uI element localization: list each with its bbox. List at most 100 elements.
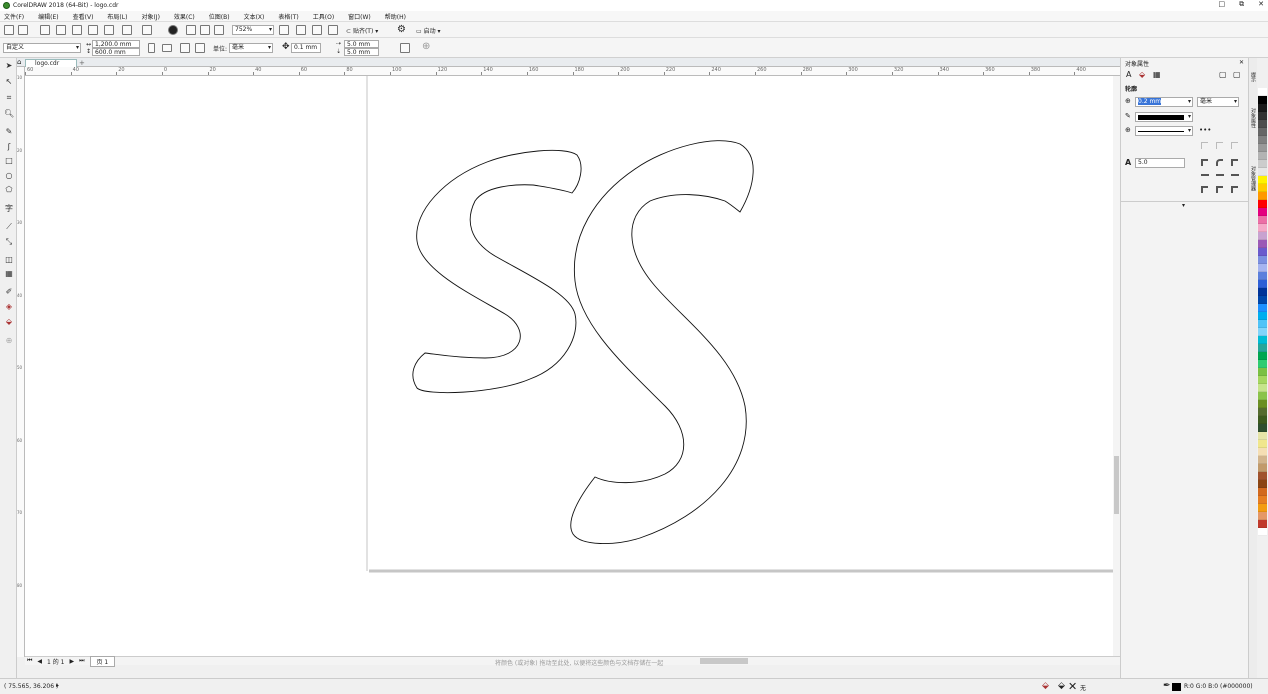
palette-swatch[interactable] (1258, 296, 1267, 304)
palette-swatch[interactable] (1258, 440, 1267, 448)
palette-swatch[interactable] (1258, 432, 1267, 440)
menu-tools[interactable]: 工具(O) (313, 12, 334, 21)
palette-swatch[interactable] (1258, 232, 1267, 240)
undo-icon[interactable] (122, 25, 132, 35)
paste-icon[interactable] (104, 25, 114, 35)
line-style-select[interactable] (1135, 126, 1193, 136)
redo-icon[interactable] (142, 25, 152, 35)
vertical-scrollbar[interactable] (1113, 76, 1120, 656)
corner-style-light-3[interactable] (1231, 142, 1238, 149)
cap-butt-icon[interactable] (1201, 174, 1209, 176)
launch-dropdown[interactable]: ▭ 启动 ▾ (416, 26, 441, 35)
polygon-tool-icon[interactable]: ⬠ (4, 185, 14, 195)
palette-swatch[interactable] (1258, 176, 1267, 184)
publish-pdf-icon[interactable] (214, 25, 224, 35)
palette-swatch[interactable] (1258, 512, 1267, 520)
page-tab[interactable]: 页 1 (89, 655, 116, 667)
menu-edit[interactable]: 编辑(E) (38, 12, 58, 21)
all-pages-icon[interactable] (180, 43, 190, 53)
maximize-window-button[interactable]: ⧉ (1239, 0, 1244, 9)
frame-properties-icon[interactable]: ▢ (1219, 70, 1227, 79)
transparency-properties-icon[interactable]: ▦ (1153, 70, 1161, 79)
palette-swatch[interactable] (1258, 160, 1267, 168)
open-folder-icon[interactable] (18, 25, 28, 35)
palette-swatch[interactable] (1258, 456, 1267, 464)
add-tool-icon[interactable]: ⊕ (4, 336, 14, 346)
palette-swatch[interactable] (1258, 336, 1267, 344)
outline-width-field[interactable]: 0.2 mm (1135, 97, 1193, 107)
cut-icon[interactable] (72, 25, 82, 35)
transparency-tool-icon[interactable]: ▦ (4, 269, 14, 279)
position-centered-icon[interactable] (1216, 186, 1223, 193)
palette-swatch[interactable] (1258, 352, 1267, 360)
menu-table[interactable]: 表格(T) (278, 12, 298, 21)
treat-as-filled-icon[interactable] (400, 43, 410, 53)
outline-pen-icon[interactable]: ✒ (1163, 681, 1171, 691)
quick-customize-icon[interactable]: ⊕ (422, 41, 430, 52)
portrait-icon[interactable] (148, 43, 155, 53)
menu-layout[interactable]: 布局(L) (107, 12, 127, 21)
units-select[interactable]: 毫米 (229, 43, 273, 53)
palette-swatch[interactable] (1258, 256, 1267, 264)
last-page-button[interactable]: ⏭ (79, 657, 84, 665)
export-icon[interactable] (200, 25, 210, 35)
smart-fill-icon[interactable]: ⬙ (4, 317, 14, 327)
page-height-field[interactable]: 600.0 mm (92, 48, 140, 56)
palette-swatch[interactable] (1258, 368, 1267, 376)
menu-window[interactable]: 窗口(W) (348, 12, 371, 21)
palette-swatch[interactable] (1258, 480, 1267, 488)
page-width-field[interactable]: 1,200.0 mm (92, 40, 140, 48)
show-grid-icon[interactable] (312, 25, 322, 35)
outline-units-select[interactable]: 毫米 (1197, 97, 1239, 107)
palette-swatch[interactable] (1258, 216, 1267, 224)
palette-swatch[interactable] (1258, 120, 1267, 128)
fill-indicator-icon[interactable]: ⬙ (1042, 681, 1049, 691)
miter-limit-field[interactable]: 5.0 (1135, 158, 1185, 168)
palette-swatch[interactable] (1258, 528, 1267, 536)
zoom-level-select[interactable]: 752% (232, 25, 274, 35)
palette-swatch[interactable] (1258, 520, 1267, 528)
menu-text[interactable]: 文本(X) (244, 12, 265, 21)
corner-bevel-icon[interactable] (1231, 159, 1238, 166)
nudge-distance-field[interactable]: 0.1 mm (291, 43, 321, 53)
palette-swatch[interactable] (1258, 208, 1267, 216)
cap-square-icon[interactable] (1231, 174, 1239, 176)
show-guidelines-icon[interactable] (328, 25, 338, 35)
palette-swatch[interactable] (1258, 184, 1267, 192)
palette-swatch[interactable] (1258, 280, 1267, 288)
menu-help[interactable]: 帮助(H) (385, 12, 406, 21)
palette-swatch[interactable] (1258, 88, 1267, 96)
parallel-dimension-icon[interactable]: ⟋ (4, 222, 14, 232)
more-line-styles-icon[interactable]: ••• (1199, 126, 1211, 134)
palette-swatch[interactable] (1258, 96, 1267, 104)
print-icon[interactable] (56, 25, 66, 35)
first-page-button[interactable]: ⏮ (27, 657, 32, 665)
new-tab-button[interactable]: + (79, 59, 85, 67)
palette-swatch[interactable] (1258, 112, 1267, 120)
menu-object[interactable]: 对象(J) (141, 12, 159, 21)
shape-tool-icon[interactable]: ↖ (4, 77, 14, 87)
close-window-button[interactable]: ✕ (1258, 0, 1264, 9)
text-tool-icon[interactable]: 字 (4, 204, 14, 214)
small-s-curve[interactable] (412, 149, 582, 394)
palette-swatch[interactable] (1258, 272, 1267, 280)
palette-swatch[interactable] (1258, 328, 1267, 336)
menu-file[interactable]: 文件(F) (4, 12, 24, 21)
outline-color-swatch[interactable] (1172, 683, 1181, 691)
palette-swatch[interactable] (1258, 192, 1267, 200)
tab-hints[interactable]: 提示 (1250, 72, 1257, 82)
palette-swatch[interactable] (1258, 504, 1267, 512)
palette-swatch[interactable] (1258, 168, 1267, 176)
home-icon[interactable]: ⌂ (17, 58, 21, 66)
palette-swatch[interactable] (1258, 200, 1267, 208)
palette-swatch[interactable] (1258, 472, 1267, 480)
docker-close-icon[interactable]: ✕ (1239, 59, 1244, 66)
summary-properties-icon[interactable]: ▢ (1233, 70, 1241, 79)
large-s-curve[interactable] (570, 140, 754, 545)
palette-swatch[interactable] (1258, 400, 1267, 408)
palette-swatch[interactable] (1258, 424, 1267, 432)
rectangle-tool-icon[interactable]: □ (4, 156, 14, 166)
horizontal-ruler[interactable]: 60 40 20 0 20 40 60 80 100 120 140 160 180 200 220 240 2… (25, 67, 1120, 76)
palette-swatch[interactable] (1258, 408, 1267, 416)
ellipse-tool-icon[interactable]: ○ (4, 171, 14, 181)
